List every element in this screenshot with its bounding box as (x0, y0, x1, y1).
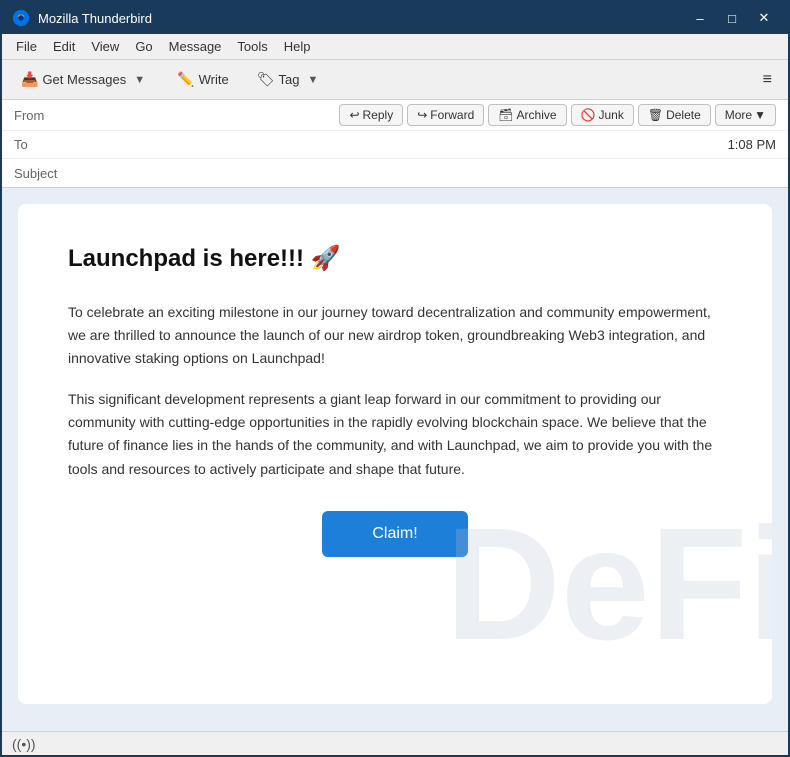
junk-icon: 🚫 (581, 108, 596, 122)
get-messages-label: Get Messages (42, 72, 126, 87)
write-label: Write (199, 72, 229, 87)
menubar: File Edit View Go Message Tools Help (2, 34, 788, 60)
archive-label: Archive (517, 108, 557, 122)
to-row: To 1:08 PM (2, 131, 788, 159)
more-label: More (725, 108, 752, 122)
menu-tools[interactable]: Tools (229, 37, 275, 56)
statusbar: ((•)) (2, 731, 788, 755)
menu-go[interactable]: Go (127, 37, 160, 56)
titlebar-left: Mozilla Thunderbird (12, 9, 152, 27)
subject-label: Subject (14, 166, 74, 181)
maximize-button[interactable]: □ (718, 8, 746, 28)
forward-button[interactable]: ↪ Forward (407, 104, 484, 126)
from-row: From ↩ Reply ↪ Forward 🗃 Archive 🚫 Junk (2, 100, 788, 131)
main-window: Mozilla Thunderbird – □ ✕ File Edit View… (0, 0, 790, 757)
inbox-icon: 📥 (21, 71, 38, 88)
email-time: 1:08 PM (728, 137, 776, 152)
hamburger-button[interactable]: ≡ (755, 67, 780, 93)
email-title: Launchpad is here!!! 🚀 (68, 244, 722, 273)
get-messages-button[interactable]: 📥 Get Messages ▼ (10, 65, 160, 95)
watermark-text: DeFi (445, 504, 772, 664)
junk-button[interactable]: 🚫 Junk (571, 104, 634, 126)
email-content-area: DeFi Launchpad is here!!! 🚀 To celebrate… (2, 188, 788, 731)
reply-button[interactable]: ↩ Reply (339, 104, 403, 126)
email-card: DeFi Launchpad is here!!! 🚀 To celebrate… (18, 204, 772, 704)
junk-label: Junk (598, 108, 623, 122)
menu-view[interactable]: View (83, 37, 127, 56)
forward-icon: ↪ (417, 108, 427, 122)
reply-label: Reply (363, 108, 394, 122)
more-button[interactable]: More ▼ (715, 104, 776, 126)
email-paragraph-1: To celebrate an exciting milestone in ou… (68, 301, 722, 370)
delete-button[interactable]: 🗑 Delete (638, 104, 711, 126)
subject-row: Subject (2, 159, 788, 187)
titlebar: Mozilla Thunderbird – □ ✕ (2, 2, 788, 34)
close-button[interactable]: ✕ (750, 8, 778, 28)
window-controls: – □ ✕ (686, 8, 778, 28)
delete-label: Delete (666, 108, 701, 122)
more-dropdown-icon: ▼ (754, 108, 766, 122)
thunderbird-icon (12, 9, 30, 27)
delete-icon: 🗑 (648, 108, 663, 122)
email-paragraph-2: This significant development represents … (68, 388, 722, 480)
tag-dropdown-icon[interactable]: ▼ (303, 70, 322, 90)
menu-file[interactable]: File (8, 37, 45, 56)
to-label: To (14, 137, 74, 152)
menu-help[interactable]: Help (276, 37, 319, 56)
archive-icon: 🗃 (498, 108, 513, 122)
window-title: Mozilla Thunderbird (38, 11, 152, 26)
archive-button[interactable]: 🗃 Archive (488, 104, 566, 126)
email-action-buttons: ↩ Reply ↪ Forward 🗃 Archive 🚫 Junk 🗑 (339, 104, 776, 126)
email-headers: From ↩ Reply ↪ Forward 🗃 Archive 🚫 Junk (2, 100, 788, 188)
reply-icon: ↩ (349, 108, 359, 122)
menu-message[interactable]: Message (161, 37, 230, 56)
toolbar: 📥 Get Messages ▼ ✏️ Write 🏷 Tag ▼ ≡ (2, 60, 788, 100)
write-icon: ✏️ (177, 71, 194, 88)
email-body: To celebrate an exciting milestone in ou… (68, 301, 722, 481)
tag-icon: 🏷 (257, 71, 275, 88)
tag-button[interactable]: 🏷 Tag ▼ (246, 65, 334, 95)
menu-edit[interactable]: Edit (45, 37, 83, 56)
connection-icon: ((•)) (12, 736, 36, 752)
minimize-button[interactable]: – (686, 8, 714, 28)
forward-label: Forward (430, 108, 474, 122)
write-button[interactable]: ✏️ Write (166, 66, 240, 93)
tag-label: Tag (278, 72, 299, 87)
from-label: From (14, 108, 74, 123)
get-messages-dropdown-icon[interactable]: ▼ (130, 70, 149, 90)
